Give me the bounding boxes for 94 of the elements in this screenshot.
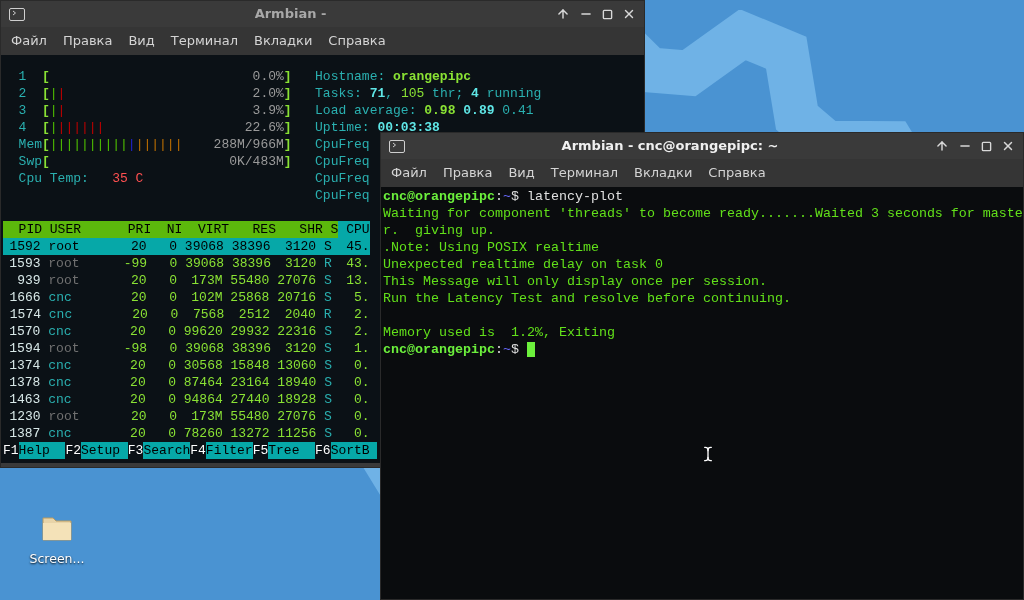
info-line: Hostname: orangepipc (315, 68, 472, 85)
menu-item[interactable]: Вид (120, 31, 163, 51)
temp-value: 35 C (112, 170, 144, 187)
menu-item[interactable]: Терминал (162, 31, 246, 51)
process-row[interactable]: 1230 root 20 0 173M 55480 27076 S 0. (3, 408, 370, 425)
info-line: Uptime: 00:03:38 (315, 119, 440, 136)
prompt-line: cnc@orangepipc:~$ (383, 341, 520, 358)
meter-bracket: [ (42, 102, 50, 119)
column-header[interactable]: VIRT (182, 221, 230, 238)
process-row[interactable]: 1574 cnc 20 0 7568 2512 2040 R 2. (3, 306, 370, 323)
close-icon[interactable] (1001, 139, 1015, 153)
menu-item[interactable]: Терминал (542, 163, 626, 183)
output-line: Memory used is 1.2%, Exiting (383, 324, 615, 341)
meter-value: 2.0% (252, 85, 284, 102)
meter-bracket: [ (42, 119, 50, 136)
column-header[interactable]: USER (42, 221, 120, 238)
meter-value: 288M/966M (213, 136, 284, 153)
column-header[interactable]: SHR (275, 221, 323, 238)
column-header[interactable]: CPU (338, 221, 370, 238)
info-line: CpuFreq (315, 187, 370, 204)
menu-item[interactable]: Вкладки (626, 163, 701, 183)
column-header[interactable]: RES (229, 221, 276, 238)
menu-item[interactable]: Справка (320, 31, 394, 51)
meter-label: Mem (18, 136, 42, 153)
terminal-icon (9, 7, 25, 21)
meter-bracket: ] (283, 136, 292, 153)
menu-item[interactable]: Правка (434, 163, 501, 183)
column-header[interactable]: PRI (120, 221, 152, 238)
maximize-icon[interactable] (602, 8, 613, 20)
process-row[interactable]: 1378 cnc 20 0 87464 23164 18940 S 0. (3, 374, 370, 391)
menu-item[interactable]: Правка (54, 31, 121, 51)
meter-value: 0.0% (252, 68, 284, 85)
meter-label: 4 (18, 119, 28, 136)
meter-bracket: ] (283, 102, 292, 119)
process-row[interactable]: 1666 cnc 20 0 102M 25868 20716 S 5. (3, 289, 370, 306)
info-line: Load average: 0.98 0.89 0.41 (315, 102, 534, 119)
close-icon[interactable] (622, 7, 636, 21)
output-line: Run the Latency Test and resolve before continuing. (383, 290, 791, 307)
menu-item[interactable]: Вкладки (246, 31, 321, 51)
meter-bar-text: | (49, 85, 58, 102)
meter-bracket: ] (283, 68, 292, 85)
info-line: Tasks: 71, 105 thr; 4 running (315, 85, 542, 102)
meter-label: 2 (18, 85, 28, 102)
meter-bracket: [ (42, 153, 50, 170)
process-row[interactable]: 1593 root -99 0 39068 38396 3120 R 43. (3, 255, 370, 272)
meter-bar-text: |||||||||| (49, 136, 128, 153)
info-line: CpuFreq (315, 170, 370, 187)
meter-bar-text: | (57, 102, 66, 119)
meter-bracket: [ (42, 136, 50, 153)
meter-bar-text: |||||| (135, 136, 183, 153)
menu-item[interactable]: Справка (700, 163, 774, 183)
window-title: Armbian - (254, 5, 327, 24)
raise-icon[interactable] (935, 139, 949, 153)
output-line: Unexpected realtime delay on task 0 (383, 256, 663, 273)
meter-bar-text: | (127, 136, 136, 153)
meter-bar-text: | (57, 85, 66, 102)
meter-bracket: ] (283, 85, 292, 102)
meter-bar-text: | (49, 102, 58, 119)
temp-label: Cpu Temp: (18, 170, 90, 187)
process-row[interactable]: 1594 root -98 0 39068 38396 3120 S 1. (3, 340, 370, 357)
meter-label: Swp (18, 153, 42, 170)
output-line: r. giving up. (383, 222, 495, 239)
output-line: This Message will only display once per session. (383, 273, 767, 290)
raise-icon[interactable] (556, 7, 570, 21)
meter-label: 3 (18, 102, 28, 119)
column-header[interactable]: NI (151, 221, 183, 238)
process-row[interactable]: 1374 cnc 20 0 30568 15848 13060 S 0. (3, 357, 370, 374)
meter-bracket: ] (283, 153, 292, 170)
process-row[interactable]: 1570 cnc 20 0 99620 29932 22316 S 2. (3, 323, 370, 340)
output-line: .Note: Using POSIX realtime (383, 239, 599, 256)
process-row[interactable]: 939 root 20 0 173M 55480 27076 S 13. (3, 272, 370, 289)
meter-bracket: ] (283, 119, 292, 136)
menu-item[interactable]: Вид (500, 163, 543, 183)
menu-item[interactable]: Файл (3, 31, 55, 51)
menu-item[interactable]: Файл (383, 163, 435, 183)
info-line: CpuFreq (315, 153, 370, 170)
meter-value: 0K/483M (229, 153, 284, 170)
meter-value: 3.9% (252, 102, 284, 119)
meter-label: 1 (18, 68, 28, 85)
process-row[interactable]: 1387 cnc 20 0 78260 13272 11256 S 0. (3, 425, 370, 442)
process-row[interactable]: 1592 root 20 0 39068 38396 3120 S 45. (3, 238, 370, 255)
meter-bracket: [ (42, 68, 50, 85)
meter-bracket: [ (42, 85, 50, 102)
meter-bar-text: | (49, 119, 58, 136)
window-title: Armbian - cnc@orangepipc: ~ (561, 137, 779, 156)
terminal-icon (389, 139, 405, 153)
prompt-line: cnc@orangepipc:~$ latency-plot (383, 188, 623, 205)
maximize-icon[interactable] (981, 140, 992, 152)
info-line: CpuFreq (315, 136, 370, 153)
column-header[interactable]: PID (3, 221, 42, 238)
process-row[interactable]: 1463 cnc 20 0 94864 27440 18928 S 0. (3, 391, 370, 408)
output-line: Waiting for component 'threads' to become ready.......Waited 3 seconds for maste (383, 205, 1023, 222)
meter-bar-text: |||||| (57, 119, 105, 136)
meter-value: 22.6% (244, 119, 284, 136)
